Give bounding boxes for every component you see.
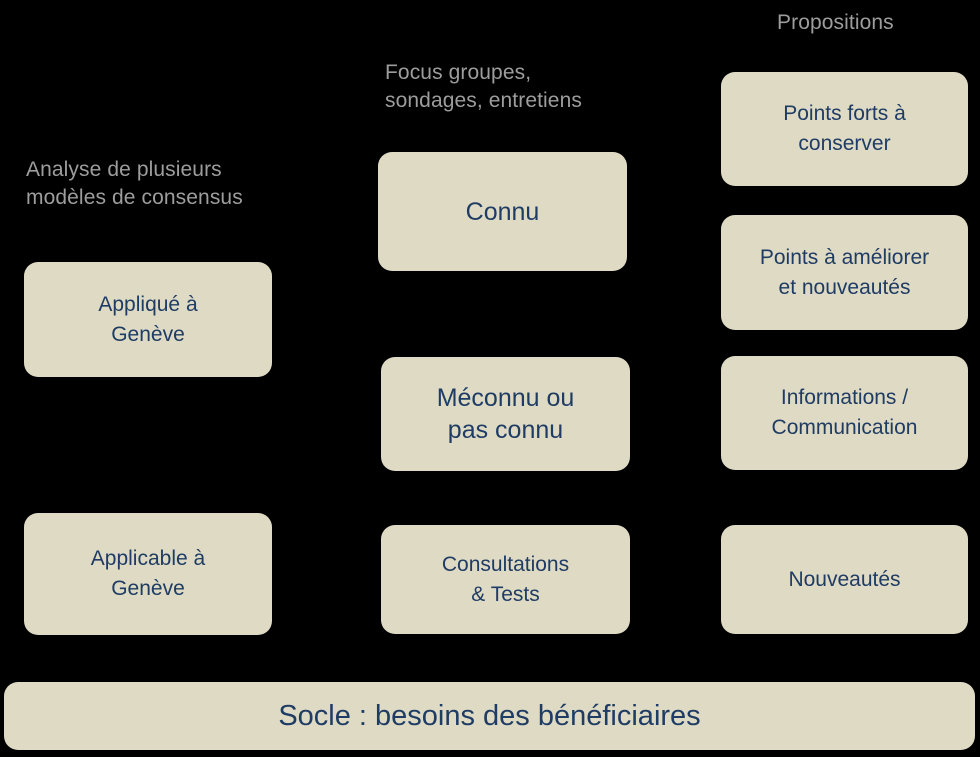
card-connu[interactable]: Connu	[378, 152, 627, 271]
card-points-forts-a-conserver[interactable]: Points forts à conserver	[721, 72, 968, 186]
card-applicable-a-geneve[interactable]: Applicable à Genève	[24, 513, 272, 635]
card-informations-communication[interactable]: Informations / Communication	[721, 356, 968, 470]
card-applique-a-geneve[interactable]: Appliqué à Genève	[24, 262, 272, 377]
card-points-a-ameliorer[interactable]: Points à améliorer et nouveautés	[721, 215, 968, 330]
card-consultations-tests[interactable]: Consultations & Tests	[381, 525, 630, 634]
column-header-middle: Focus groupes, sondages, entretiens	[385, 61, 582, 112]
column-header-left: Analyse de plusieurs modèles de consensu…	[26, 158, 243, 209]
footer-socle-bar[interactable]: Socle : besoins des bénéficiaires	[4, 682, 975, 750]
card-nouveautes[interactable]: Nouveautés	[721, 525, 968, 634]
column-header-right: Propositions	[777, 11, 894, 34]
card-meconnu-ou-pas-connu[interactable]: Méconnu ou pas connu	[381, 357, 630, 471]
diagram-canvas: Analyse de plusieurs modèles de consensu…	[0, 0, 980, 757]
